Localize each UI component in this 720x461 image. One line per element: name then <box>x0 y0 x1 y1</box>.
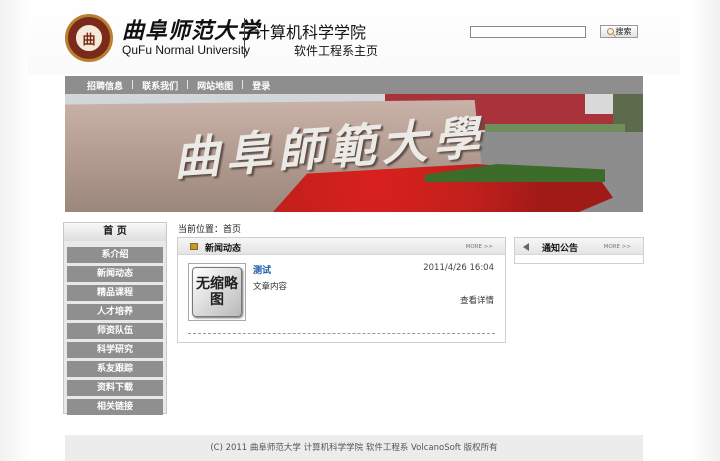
site-header: 曲 曲阜师范大学 QuFu Normal University 计算机科学学院 … <box>28 0 680 74</box>
university-name-cn: 曲阜师范大学 <box>122 18 261 44</box>
campus-banner-image: 曲阜師範大學 <box>65 94 643 212</box>
sidebar-menu: 首 页 系介绍 新闻动态 精品课程 人才培养 师资队伍 科学研究 系友跟踪 资料… <box>63 222 167 415</box>
department-title: 软件工程系主页 <box>294 44 379 58</box>
news-divider <box>188 333 495 334</box>
search-button-label: 搜索 <box>615 27 632 36</box>
seal-inner: 曲 <box>74 23 104 53</box>
no-thumbnail-placeholder: 无缩略图 <box>192 267 242 317</box>
university-seal-logo[interactable]: 曲 <box>65 14 113 62</box>
banner-building-white <box>585 94 615 114</box>
sidebar-item-intro[interactable]: 系介绍 <box>67 247 163 263</box>
notice-more-link[interactable]: MORE >> <box>604 244 631 250</box>
college-name: 计算机科学学院 <box>254 23 367 42</box>
sidebar-item-research[interactable]: 科学研究 <box>67 342 163 358</box>
sidebar-item-courses[interactable]: 精品课程 <box>67 285 163 301</box>
header-divider <box>244 18 245 58</box>
news-panel-title: 新闻动态 <box>205 244 242 254</box>
nav-item-recruitment[interactable]: 招聘信息 <box>87 79 123 92</box>
search-icon <box>606 28 614 35</box>
news-panel: 新闻动态 MORE >> 无缩略图 测试 2011/4/26 16:04 文章内… <box>177 237 506 343</box>
breadcrumb: 当前位置：首页 <box>178 225 242 235</box>
news-item-summary: 文章内容 <box>253 282 288 292</box>
sidebar-item-training[interactable]: 人才培养 <box>67 304 163 320</box>
notice-panel-title: 通知公告 <box>542 244 579 254</box>
nav-separator: | <box>241 80 245 90</box>
news-item-title[interactable]: 测试 <box>253 263 271 276</box>
notice-panel-header: 通知公告 MORE >> <box>515 238 643 255</box>
sidebar-item-alumni[interactable]: 系友跟踪 <box>67 361 163 377</box>
search-button[interactable]: 搜索 <box>600 25 638 38</box>
nav-separator: | <box>131 80 135 90</box>
news-item-date: 2011/4/26 16:04 <box>423 263 494 273</box>
news-item-detail-link[interactable]: 查看详情 <box>460 294 494 306</box>
nav-item-login[interactable]: 登录 <box>252 79 270 92</box>
sidebar-item-downloads[interactable]: 资料下载 <box>67 380 163 396</box>
notice-panel: 通知公告 MORE >> <box>514 237 644 264</box>
sidebar-item-home[interactable]: 首 页 <box>64 223 166 241</box>
sidebar-item-faculty[interactable]: 师资队伍 <box>67 323 163 339</box>
top-nav-bar: 招聘信息 | 联系我们 | 网站地图 | 登录 <box>65 76 643 94</box>
search-input[interactable] <box>470 26 586 38</box>
nav-item-sitemap[interactable]: 网站地图 <box>197 79 233 92</box>
sidebar-item-links[interactable]: 相关链接 <box>67 399 163 415</box>
news-panel-header: 新闻动态 MORE >> <box>178 238 505 255</box>
nav-item-contact[interactable]: 联系我们 <box>142 79 178 92</box>
university-name-en: QuFu Normal University <box>122 43 251 57</box>
nav-separator: | <box>186 80 190 90</box>
news-icon <box>190 243 198 250</box>
news-thumbnail[interactable]: 无缩略图 <box>188 263 246 321</box>
site-footer: (C) 2011 曲阜师范大学 计算机科学学院 软件工程系 VolcanoSof… <box>65 435 643 461</box>
banner-lawn <box>485 124 625 132</box>
speaker-icon <box>523 243 529 251</box>
sidebar-item-news[interactable]: 新闻动态 <box>67 266 163 282</box>
news-more-link[interactable]: MORE >> <box>466 244 493 250</box>
